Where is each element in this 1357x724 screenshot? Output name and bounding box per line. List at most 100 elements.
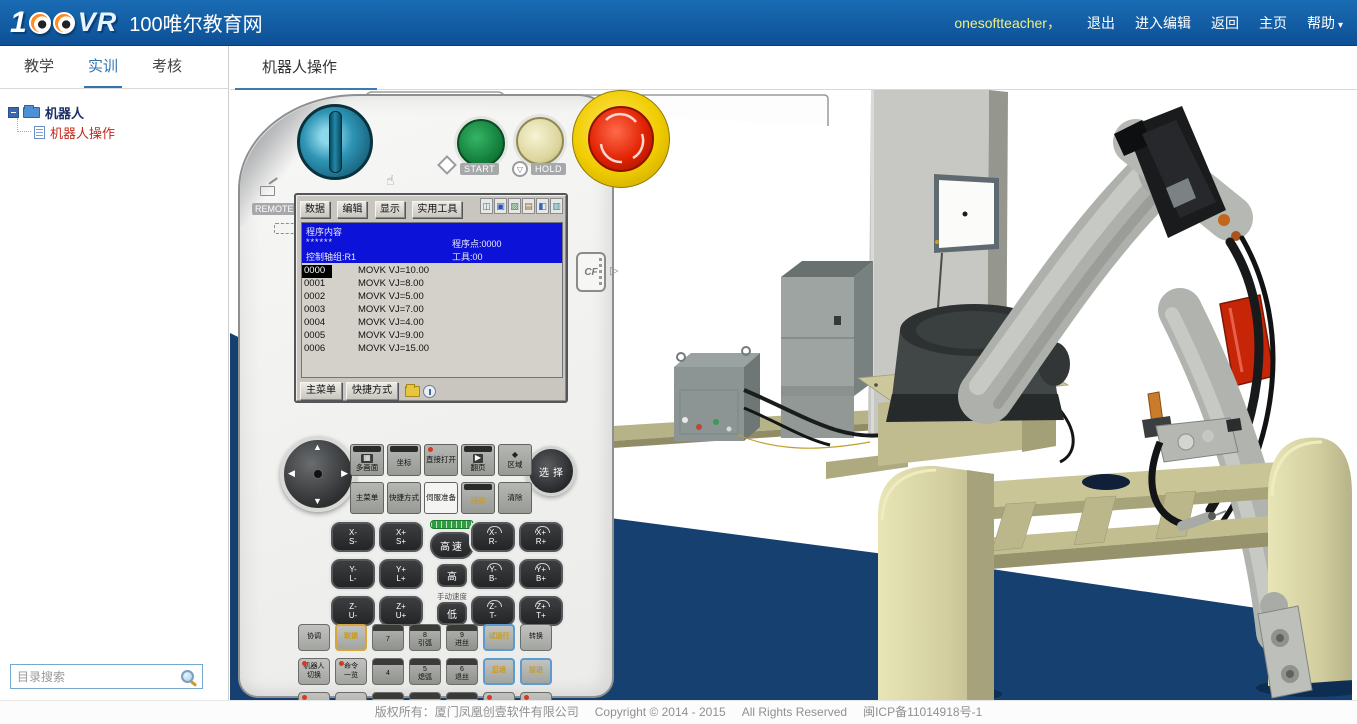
- jog-key-y-plus[interactable]: Y+ L+: [379, 559, 423, 589]
- axis-group: 控制轴组:R1: [306, 250, 356, 263]
- key-shift[interactable]: 转换: [520, 624, 552, 651]
- jog-key-rx-minus[interactable]: X- R-: [471, 522, 515, 552]
- up-arrow-icon[interactable]: ▲: [313, 442, 322, 452]
- main-menu-button[interactable]: 主菜单: [300, 382, 342, 400]
- key-multi-screen[interactable]: ▦ 多画面: [350, 444, 384, 476]
- key-assist-2[interactable]: 辅助: [335, 692, 367, 700]
- toolbar-icon[interactable]: ▥: [550, 198, 563, 214]
- tree-child-label[interactable]: 机器人操作: [50, 123, 115, 142]
- key-area[interactable]: ◆ 区域: [498, 444, 532, 476]
- key-insert[interactable]: 插入: [520, 692, 552, 700]
- key-external-axis[interactable]: 外部轴: [298, 692, 330, 700]
- program-point: 程序点:0000: [452, 237, 502, 250]
- toolbar-icon[interactable]: ◧: [536, 198, 549, 214]
- key-assist[interactable]: 辅助: [461, 482, 495, 514]
- toolbar-icon[interactable]: ▤: [522, 198, 535, 214]
- tab-training[interactable]: 实训: [84, 46, 122, 88]
- menu-utility-button[interactable]: 实用工具: [412, 201, 462, 218]
- menu-data-button[interactable]: 数据: [300, 201, 330, 218]
- menu-edit-button[interactable]: 编辑: [337, 201, 367, 218]
- key-servo-ready[interactable]: 伺服准备: [424, 482, 458, 514]
- jog-key-z-minus[interactable]: Z- U-: [331, 596, 375, 626]
- program-line[interactable]: 0006MOVK VJ=15.00: [302, 343, 562, 356]
- key-cancel[interactable]: 清除: [498, 482, 532, 514]
- select-button[interactable]: 选择: [526, 446, 576, 496]
- search-icon[interactable]: [181, 670, 194, 683]
- tree-node-robot[interactable]: 机器人: [8, 102, 218, 122]
- left-arrow-icon[interactable]: ◀: [288, 468, 295, 479]
- key-inform-list[interactable]: 命令 一览: [335, 658, 367, 685]
- program-line[interactable]: 0005MOVK VJ=9.00: [302, 330, 562, 343]
- info-icon[interactable]: [423, 385, 436, 398]
- search-input[interactable]: [11, 665, 181, 688]
- program-line[interactable]: 0002MOVK VJ=5.00: [302, 291, 562, 304]
- jog-key-y-minus[interactable]: Y- L-: [331, 559, 375, 589]
- sidebar: 教学 实训 考核 机器人 机器人操作: [0, 46, 229, 700]
- key-delete[interactable]: 删除: [483, 692, 515, 700]
- back-link[interactable]: 返回: [1211, 13, 1239, 33]
- jog-key-ry-minus[interactable]: Y- B-: [471, 559, 515, 589]
- mode-selector-knob[interactable]: [297, 104, 373, 180]
- help-menu[interactable]: 帮助▾: [1307, 13, 1343, 33]
- program-line[interactable]: 0001MOVK VJ=8.00: [302, 278, 562, 291]
- menu-display-button[interactable]: 显示: [375, 201, 405, 218]
- key-3[interactable]: 3 ↑: [446, 692, 478, 700]
- key-6-wire-retract[interactable]: 6 退丝: [446, 658, 478, 685]
- key-direct-open[interactable]: 直接打开: [424, 444, 458, 476]
- collapse-icon[interactable]: [8, 107, 19, 118]
- start-button[interactable]: [457, 119, 505, 167]
- key-backward[interactable]: 后退: [483, 658, 515, 685]
- hold-button[interactable]: [516, 117, 564, 165]
- tab-robot-operation[interactable]: 机器人操作: [262, 46, 337, 89]
- key-forward[interactable]: 前进: [520, 658, 552, 685]
- key-5-arc-off[interactable]: 5 熄弧: [409, 658, 441, 685]
- simulation-viewport[interactable]: REMOTE ☝ TEACH PLAY START ▽ HOLD: [230, 90, 1352, 700]
- username[interactable]: onesoftteacher: [954, 15, 1047, 31]
- key-interlock[interactable]: 联锁: [335, 624, 367, 651]
- key-test-start[interactable]: 试运行: [483, 624, 515, 651]
- toolbar-icon[interactable]: ▨: [508, 198, 521, 214]
- tab-assessment[interactable]: 考核: [148, 46, 186, 88]
- tree-node-robot-operation[interactable]: 机器人操作: [14, 122, 218, 142]
- key-9-wire-feed[interactable]: 9 进丝: [446, 624, 478, 651]
- key-page[interactable]: ▶ 翻页: [461, 444, 495, 476]
- speed-low-button[interactable]: 低: [437, 602, 467, 625]
- home-link[interactable]: 主页: [1259, 13, 1287, 33]
- jog-key-x-minus[interactable]: X- S-: [331, 522, 375, 552]
- key-robot-switch[interactable]: 机器人 切换: [298, 658, 330, 685]
- key-synchro[interactable]: 协调: [298, 624, 330, 651]
- down-arrow-icon[interactable]: ▼: [313, 496, 322, 506]
- toolbar-icon[interactable]: ◫: [480, 198, 493, 214]
- jog-key-x-plus[interactable]: X+ S+: [379, 522, 423, 552]
- program-line[interactable]: 0004MOVK VJ=4.00: [302, 317, 562, 330]
- enter-edit-link[interactable]: 进入编辑: [1135, 13, 1191, 33]
- key-coord[interactable]: 坐标: [387, 444, 421, 476]
- key-8-arc-on[interactable]: 8 引弧: [409, 624, 441, 651]
- cf-card-slot[interactable]: CF: [576, 252, 606, 292]
- key-2[interactable]: 2: [409, 692, 441, 700]
- high-speed-button[interactable]: 高速: [430, 532, 474, 559]
- program-line[interactable]: 0000MOVK VJ=10.00: [302, 265, 562, 278]
- site-logo[interactable]: 1 VR: [10, 6, 117, 40]
- key-4[interactable]: 4: [372, 658, 404, 685]
- folder-icon[interactable]: [405, 386, 420, 397]
- right-arrow-icon[interactable]: ▶: [341, 468, 348, 479]
- cursor-dpad[interactable]: ▲ ▼ ◀ ▶: [280, 436, 356, 512]
- key-1[interactable]: 1: [372, 692, 404, 700]
- jog-key-rz-plus[interactable]: Z+ T+: [519, 596, 563, 626]
- jog-key-rx-plus[interactable]: X+ R+: [519, 522, 563, 552]
- emergency-stop-button[interactable]: [572, 90, 670, 188]
- shortcut-button[interactable]: 快捷方式: [346, 382, 398, 400]
- key-simple-menu[interactable]: 快捷方式: [387, 482, 421, 514]
- jog-key-z-plus[interactable]: Z+ U+: [379, 596, 423, 626]
- logout-link[interactable]: 退出: [1087, 13, 1115, 33]
- program-line[interactable]: 0003MOVK VJ=7.00: [302, 304, 562, 317]
- key-7[interactable]: 7: [372, 624, 404, 651]
- jog-key-ry-plus[interactable]: Y+ B+: [519, 559, 563, 589]
- toolbar-icon[interactable]: ▣: [494, 198, 507, 214]
- tab-teaching[interactable]: 教学: [20, 46, 58, 88]
- speed-high-button[interactable]: 高: [437, 564, 467, 587]
- key-main-menu[interactable]: 主菜单: [350, 482, 384, 514]
- tree-root-label[interactable]: 机器人: [45, 103, 84, 122]
- jog-key-rz-minus[interactable]: Z- T-: [471, 596, 515, 626]
